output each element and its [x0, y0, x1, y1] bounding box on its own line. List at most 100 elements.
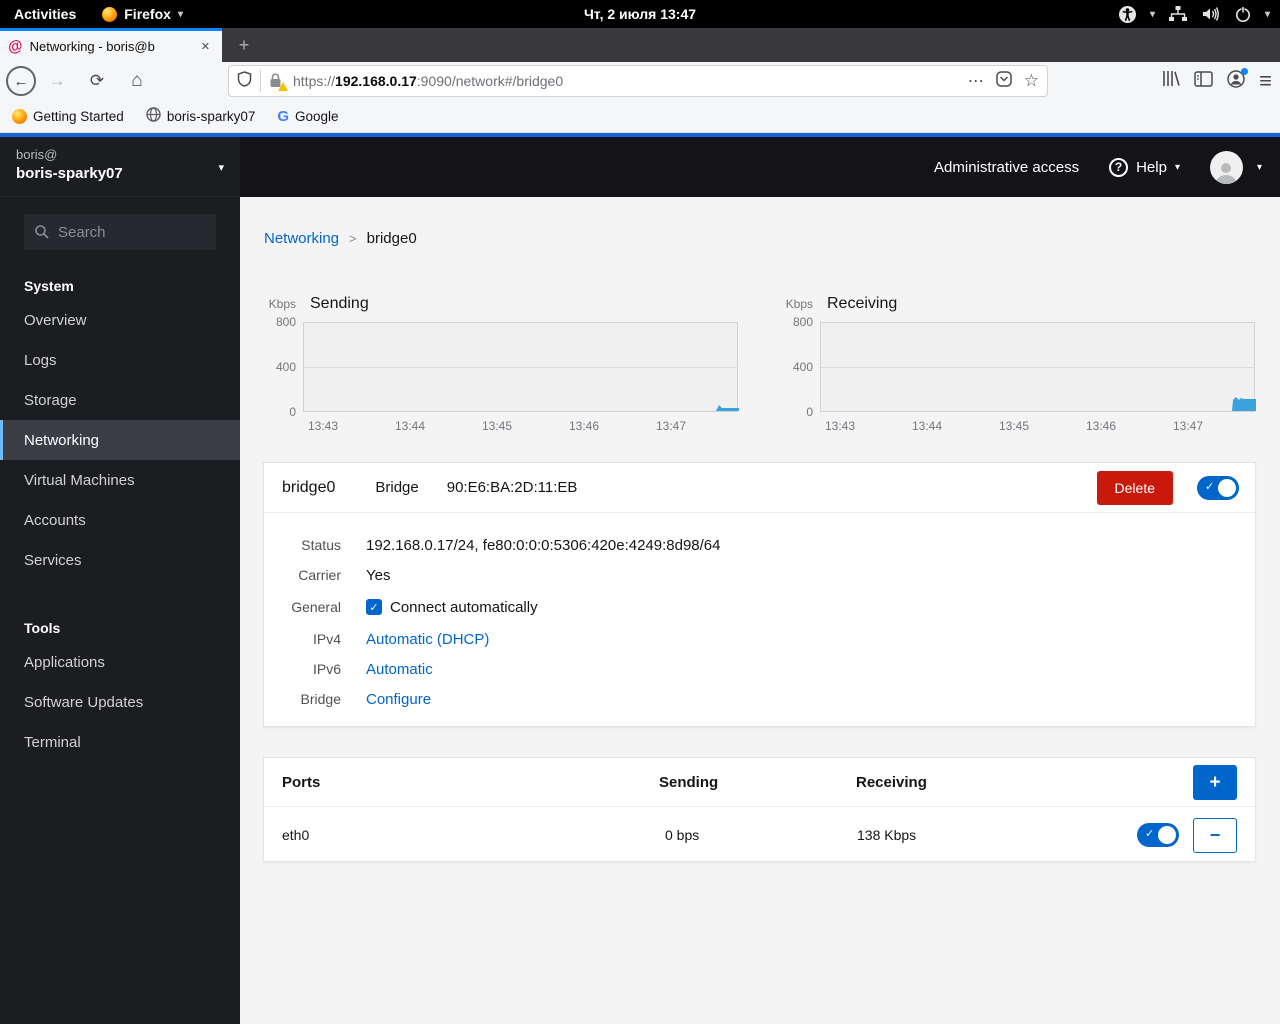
sidebar-item-overview[interactable]: Overview [0, 300, 240, 340]
page-actions-icon[interactable]: ⋯ [968, 71, 984, 91]
network-icon[interactable] [1168, 5, 1188, 23]
chevron-down-icon[interactable]: ▾ [1265, 9, 1270, 20]
interface-type: Bridge [375, 479, 419, 496]
debian-favicon-icon: @ [6, 36, 25, 57]
app-menu[interactable]: Firefox ▾ [102, 6, 183, 22]
breadcrumb-current: bridge0 [366, 230, 417, 247]
sidebar-item-services[interactable]: Services [0, 540, 240, 580]
bookmark-label: Getting Started [33, 108, 124, 124]
chevron-down-icon[interactable]: ▾ [1257, 162, 1262, 173]
x-tick: 13:45 [481, 419, 513, 433]
chevron-down-icon[interactable]: ▾ [1150, 9, 1155, 20]
browser-toolbar: ← → ⟳ ⌂ https://192.168.0.17:9090/networ… [0, 62, 1280, 100]
volume-icon[interactable] [1201, 5, 1221, 23]
ports-title: Ports [282, 774, 321, 791]
x-tick: 13:47 [1172, 419, 1204, 433]
x-tick: 13:43 [824, 419, 856, 433]
bridge-configure-link[interactable]: Configure [366, 691, 431, 708]
receiving-chart: Kbps Receiving 800 400 0 13:43 13:44 13:… [785, 295, 1260, 435]
y-tick: 800 [275, 315, 296, 329]
column-header-sending: Sending [659, 774, 719, 791]
help-label: Help [1136, 158, 1167, 176]
interface-enabled-toggle[interactable]: ✓ [1197, 475, 1239, 500]
ipv4-settings-link[interactable]: Automatic (DHCP) [366, 631, 489, 648]
search-input[interactable] [24, 214, 216, 250]
google-icon: G [277, 107, 290, 125]
connect-automatically-checkbox[interactable]: ✓ [366, 599, 382, 615]
breadcrumb: Networking > bridge0 [264, 230, 417, 247]
status-value: 192.168.0.17/24, fe80:0:0:0:5306:420e:42… [366, 536, 721, 554]
administrative-access-button[interactable]: Administrative access [934, 159, 1079, 176]
bookmark-getting-started[interactable]: Getting Started [12, 108, 124, 124]
toggle-knob [1158, 826, 1176, 844]
breadcrumb-networking-link[interactable]: Networking [264, 230, 339, 247]
url-bar[interactable]: https://192.168.0.17:9090/network#/bridg… [228, 65, 1048, 97]
chevron-down-icon: ▾ [218, 162, 224, 174]
power-icon[interactable] [1234, 5, 1252, 23]
clock[interactable]: Чт, 2 июля 13:47 [584, 6, 696, 22]
bookmark-boris-sparky07[interactable]: boris-sparky07 [146, 107, 255, 125]
sidebar-item-networking[interactable]: Networking [0, 420, 240, 460]
new-tab-button[interactable]: + [228, 28, 260, 62]
delete-button[interactable]: Delete [1096, 470, 1173, 505]
masthead: Administrative access ? Help ▾ ▾ [240, 137, 1280, 197]
host-switcher[interactable]: boris@ boris-sparky07 ▾ [0, 137, 240, 197]
remove-port-button[interactable]: − [1193, 818, 1237, 853]
back-button[interactable]: ← [6, 66, 36, 96]
url-text[interactable]: https://192.168.0.17:9090/network#/bridg… [293, 73, 960, 89]
home-button[interactable]: ⌂ [122, 66, 152, 96]
cockpit-app: boris@ boris-sparky07 ▾ System Overview … [0, 137, 1280, 1024]
sidebars-icon[interactable] [1194, 70, 1213, 92]
column-header-receiving: Receiving [856, 774, 927, 791]
reload-button[interactable]: ⟳ [82, 66, 112, 96]
account-icon[interactable] [1227, 67, 1249, 93]
x-tick: 13:44 [394, 419, 426, 433]
bookmark-google[interactable]: G Google [277, 108, 338, 125]
section-title-system: System [24, 278, 74, 294]
sending-series [716, 405, 739, 411]
help-menu[interactable]: ? Help ▾ [1109, 157, 1180, 177]
warning-triangle-icon [278, 82, 288, 91]
sidebar-item-virtual-machines[interactable]: Virtual Machines [0, 460, 240, 500]
add-port-button[interactable]: + [1193, 765, 1237, 800]
pocket-icon[interactable] [996, 70, 1012, 92]
detail-label-carrier: Carrier [298, 567, 341, 583]
ipv6-settings-link[interactable]: Automatic [366, 661, 433, 678]
chevron-down-icon: ▾ [177, 8, 183, 20]
tab-close-icon[interactable]: ✕ [197, 38, 214, 55]
tab-networking[interactable]: @ Networking - boris@b ✕ [0, 28, 222, 62]
insecure-lock-icon[interactable] [269, 73, 288, 91]
connect-automatically-label: Connect automatically [390, 598, 538, 616]
login-user: boris@ [16, 147, 58, 162]
port-name: eth0 [282, 827, 310, 843]
interface-card: bridge0 Bridge 90:E6:BA:2D:11:EB Delete … [263, 462, 1256, 727]
port-enabled-toggle[interactable]: ✓ [1137, 823, 1179, 847]
sidebar-item-software-updates[interactable]: Software Updates [0, 682, 240, 722]
y-tick: 400 [275, 360, 296, 374]
carrier-value: Yes [366, 566, 391, 584]
tracking-shield-icon[interactable] [237, 70, 252, 92]
check-icon: ✓ [1145, 828, 1155, 840]
sending-chart: Kbps Sending 800 400 0 13:43 13:44 13:45… [268, 295, 743, 435]
gnome-top-bar: Activities Firefox ▾ Чт, 2 июля 13:47 ▾ … [0, 0, 1280, 28]
breadcrumb-separator: > [349, 231, 357, 246]
accessibility-icon[interactable] [1118, 5, 1137, 24]
x-tick: 13:43 [307, 419, 339, 433]
sidebar-item-logs[interactable]: Logs [0, 340, 240, 380]
forward-button[interactable]: → [42, 66, 72, 96]
sidebar-item-accounts[interactable]: Accounts [0, 500, 240, 540]
x-tick: 13:44 [911, 419, 943, 433]
receiving-series [1232, 397, 1256, 411]
avatar[interactable] [1209, 150, 1243, 184]
library-icon[interactable] [1162, 70, 1180, 92]
toggle-knob [1218, 478, 1236, 497]
x-tick: 13:47 [655, 419, 687, 433]
activities-button[interactable]: Activities [14, 6, 76, 22]
bookmark-star-icon[interactable]: ☆ [1024, 71, 1039, 91]
y-axis-unit: Kbps [785, 297, 813, 311]
sidebar-item-storage[interactable]: Storage [0, 380, 240, 420]
port-sending-value: 0 bps [665, 827, 700, 843]
sidebar-item-terminal[interactable]: Terminal [0, 722, 240, 762]
sidebar-item-applications[interactable]: Applications [0, 642, 240, 682]
menu-icon[interactable]: ≡ [1259, 68, 1272, 94]
